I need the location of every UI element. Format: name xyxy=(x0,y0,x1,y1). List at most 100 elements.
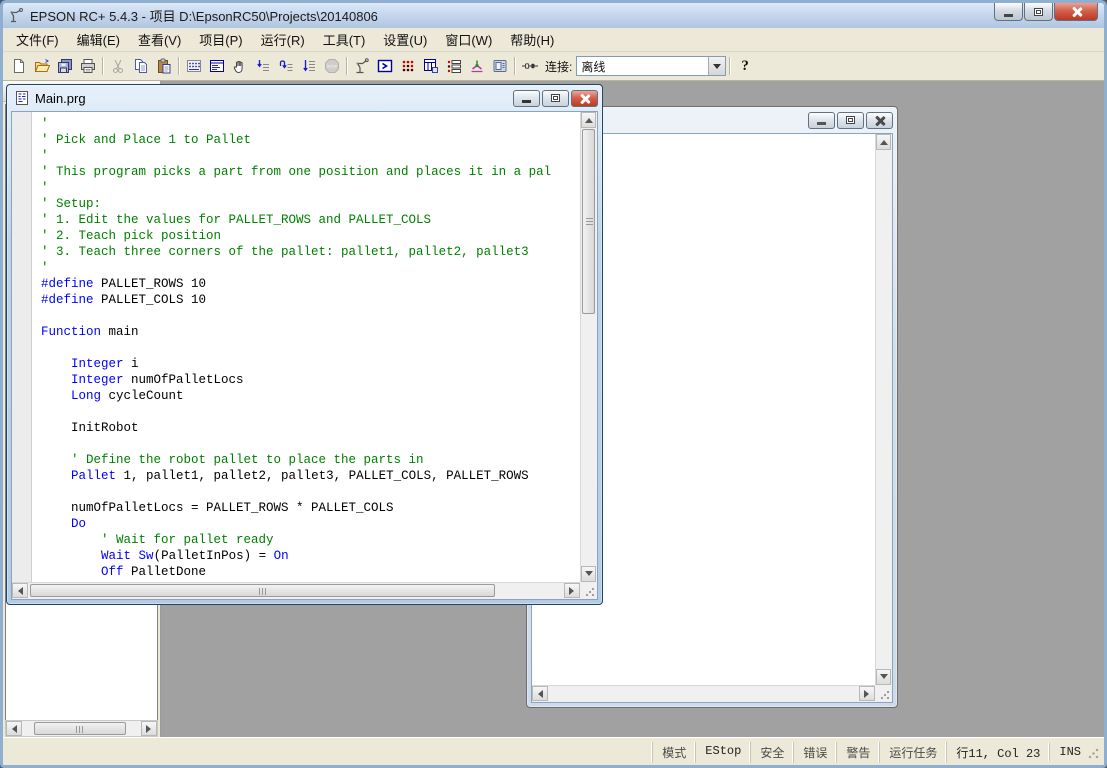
maximize-icon xyxy=(1034,8,1043,16)
status-field-运行任务: 运行任务 xyxy=(879,742,946,763)
main-prg-title: Main.prg xyxy=(35,91,513,106)
toolbar: STOP 连接: 离线 ? xyxy=(3,52,1104,81)
run-window-icon[interactable] xyxy=(373,55,396,78)
step-into-icon[interactable] xyxy=(251,55,274,78)
copy-icon[interactable] xyxy=(129,55,152,78)
horizontal-scrollbar[interactable] xyxy=(532,685,875,702)
menu-item-run[interactable]: 运行(R) xyxy=(252,27,314,52)
menu-bar: 文件(F)编辑(E)查看(V)项目(P)运行(R)工具(T)设置(U)窗口(W)… xyxy=(3,28,1104,52)
code-line: Do xyxy=(41,516,580,532)
simulator-icon[interactable] xyxy=(465,55,488,78)
scrollbar-thumb[interactable] xyxy=(30,584,495,597)
close-button[interactable] xyxy=(866,112,893,129)
minimize-button[interactable] xyxy=(513,90,540,107)
connection-dropdown[interactable]: 离线 xyxy=(576,56,726,76)
scroll-up-arrow[interactable] xyxy=(876,134,891,150)
code-line: ' Pick and Place 1 to Pallet xyxy=(41,132,580,148)
scroll-down-arrow[interactable] xyxy=(581,566,596,582)
main-prg-window[interactable]: Main.prg '' Pick and Place 1 to Pallet''… xyxy=(6,84,603,605)
scroll-left-arrow[interactable] xyxy=(6,721,22,736)
menu-item-project[interactable]: 项目(P) xyxy=(190,27,251,52)
menu-item-view[interactable]: 查看(V) xyxy=(129,27,190,52)
menu-item-file[interactable]: 文件(F) xyxy=(7,27,68,52)
explorer-horizontal-scrollbar[interactable] xyxy=(5,720,158,737)
scroll-right-arrow[interactable] xyxy=(564,583,580,598)
menu-item-help[interactable]: 帮助(H) xyxy=(501,27,563,52)
main-prg-titlebar[interactable]: Main.prg xyxy=(7,85,602,111)
code-line: ' xyxy=(41,116,580,132)
connect-label: 连接: xyxy=(545,58,572,75)
app-window: EPSON RC+ 5.4.3 - 项目 D:\EpsonRC50\Projec… xyxy=(0,0,1107,768)
code-line: #define PALLET_COLS 10 xyxy=(41,292,580,308)
app-icon xyxy=(9,8,25,24)
save-all-icon[interactable] xyxy=(53,55,76,78)
command-window-icon[interactable] xyxy=(205,55,228,78)
toolbar-separator xyxy=(102,57,103,75)
resize-grip[interactable] xyxy=(880,690,890,700)
scroll-up-arrow[interactable] xyxy=(581,112,596,128)
code-line: Off PalletDone xyxy=(41,564,580,580)
window-resize-grip[interactable] xyxy=(1088,748,1099,759)
editor-margin[interactable] xyxy=(12,112,32,582)
vertical-scrollbar[interactable] xyxy=(580,112,597,582)
connection-dropdown-button[interactable] xyxy=(708,57,725,75)
stop-icon[interactable]: STOP xyxy=(320,55,343,78)
code-line: Pallet 1, pallet1, pallet2, pallet3, PAL… xyxy=(41,468,580,484)
code-line: Function main xyxy=(41,324,580,340)
task-manager-icon[interactable] xyxy=(419,55,442,78)
cut-icon[interactable] xyxy=(106,55,129,78)
help-button[interactable]: ? xyxy=(733,58,757,75)
scroll-left-arrow[interactable] xyxy=(532,686,548,701)
pause-icon[interactable] xyxy=(228,55,251,78)
menu-item-tools[interactable]: 工具(T) xyxy=(314,27,375,52)
open-file-icon[interactable] xyxy=(30,55,53,78)
window-title: EPSON RC+ 5.4.3 - 项目 D:\EpsonRC50\Projec… xyxy=(30,6,378,25)
status-field-警告: 警告 xyxy=(836,742,879,763)
minimize-icon xyxy=(817,122,826,125)
new-file-icon[interactable] xyxy=(7,55,30,78)
io-label-editor-icon[interactable] xyxy=(442,55,465,78)
point-editor-icon[interactable] xyxy=(182,55,205,78)
controller-tools-icon[interactable] xyxy=(488,55,511,78)
minimize-button[interactable] xyxy=(994,3,1023,21)
toolbar-separator xyxy=(178,57,179,75)
paste-icon[interactable] xyxy=(152,55,175,78)
minimize-button[interactable] xyxy=(808,112,835,129)
code-line: ' 2. Teach pick position xyxy=(41,228,580,244)
menu-item-window[interactable]: 窗口(W) xyxy=(436,27,501,52)
status-bar: 模式EStop安全错误警告运行任务 行11, Col 23 INS xyxy=(3,737,1104,766)
restore-button[interactable] xyxy=(542,90,569,107)
code-line: ' Setup: xyxy=(41,196,580,212)
scroll-right-arrow[interactable] xyxy=(859,686,875,701)
scrollbar-thumb[interactable] xyxy=(34,722,126,735)
code-line: ' This program picks a part from one pos… xyxy=(41,164,580,180)
menu-item-edit[interactable]: 编辑(E) xyxy=(68,27,129,52)
horizontal-scrollbar[interactable] xyxy=(12,582,580,599)
code-line: ' xyxy=(41,260,580,276)
scroll-left-arrow[interactable] xyxy=(12,583,28,598)
print-icon[interactable] xyxy=(76,55,99,78)
svg-text:STOP: STOP xyxy=(326,65,337,69)
scroll-right-arrow[interactable] xyxy=(141,721,157,736)
maximize-button[interactable] xyxy=(1024,3,1053,21)
io-monitor-icon[interactable] xyxy=(396,55,419,78)
code-line: Integer numOfPalletLocs xyxy=(41,372,580,388)
code-line: numOfPalletLocs = PALLET_ROWS * PALLET_C… xyxy=(41,500,580,516)
resize-grip[interactable] xyxy=(585,587,595,597)
walk-icon[interactable] xyxy=(297,55,320,78)
robot-manager-icon[interactable] xyxy=(350,55,373,78)
code-area[interactable]: '' Pick and Place 1 to Pallet'' This pro… xyxy=(33,112,580,582)
close-button[interactable] xyxy=(1054,3,1098,21)
menu-item-setup[interactable]: 设置(U) xyxy=(374,27,436,52)
status-field-安全: 安全 xyxy=(750,742,793,763)
step-over-icon[interactable] xyxy=(274,55,297,78)
scrollbar-thumb[interactable] xyxy=(582,129,595,314)
prg-file-icon xyxy=(14,90,30,106)
code-line xyxy=(41,404,580,420)
close-button[interactable] xyxy=(571,90,598,107)
vertical-scrollbar[interactable] xyxy=(875,134,892,685)
code-line: InitRobot xyxy=(41,420,580,436)
restore-button[interactable] xyxy=(837,112,864,129)
scroll-down-arrow[interactable] xyxy=(876,669,891,685)
title-bar[interactable]: EPSON RC+ 5.4.3 - 项目 D:\EpsonRC50\Projec… xyxy=(3,3,1104,28)
